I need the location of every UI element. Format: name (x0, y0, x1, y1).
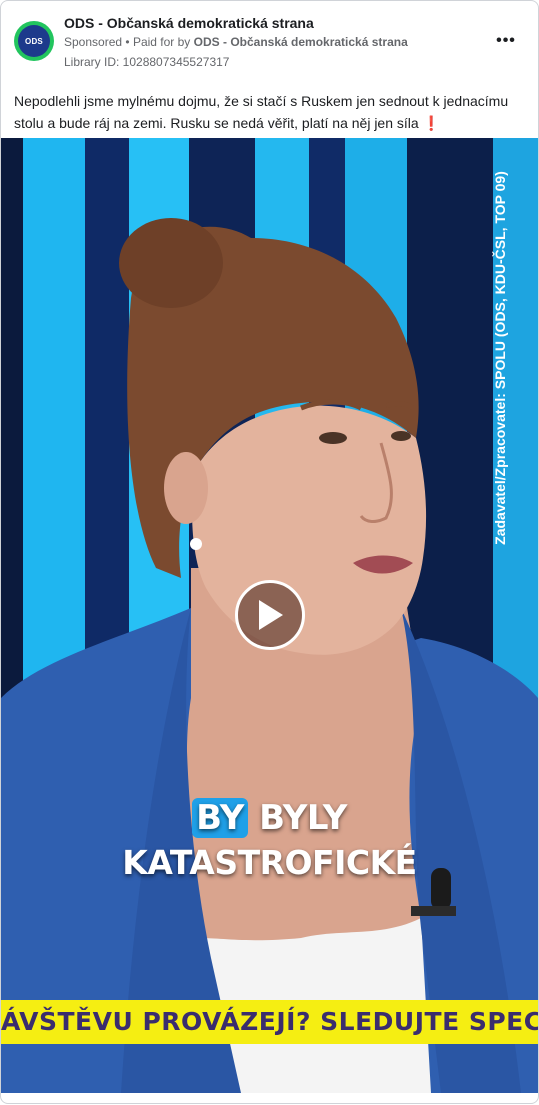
ods-logo-icon: ODS (18, 25, 50, 57)
microphone-clip (411, 906, 456, 916)
library-id: Library ID: 1028807345527317 (64, 55, 230, 69)
sponsor-credit-vertical: Zadavatel/Zpracovatel: SPOLU (ODS, KDU-Č… (492, 171, 508, 545)
separator-dot: • (125, 35, 130, 49)
caption-highlight: BY (192, 798, 248, 838)
page-avatar[interactable]: ODS (14, 21, 54, 61)
paid-for-prefix: Paid for by (132, 35, 191, 49)
ad-body-text: Nepodlehli jsme mylnému dojmu, že si sta… (14, 90, 524, 134)
ad-card: ODS ODS - Občanská demokratická strana S… (0, 0, 539, 1104)
video-player[interactable]: Zadavatel/Zpracovatel: SPOLU (ODS, KDU-Č… (1, 138, 538, 1093)
caption-line-1: BY BYLY (1, 798, 538, 838)
ticker-text: ÁVŠTĚVU PROVÁZEJÍ? SLEDUJTE SPECIÁL (1, 1007, 538, 1036)
eye-right (391, 431, 411, 441)
sponsored-line: Sponsored • Paid for by ODS - Občanská d… (64, 35, 408, 49)
caption-line-1-rest: BYLY (247, 798, 347, 838)
paid-for-by-name: ODS - Občanská demokratická strana (193, 35, 408, 49)
more-options-button[interactable]: ••• (494, 29, 518, 53)
play-icon (259, 600, 283, 630)
hair-bun (119, 218, 223, 308)
play-button[interactable] (235, 580, 305, 650)
news-ticker: ÁVŠTĚVU PROVÁZEJÍ? SLEDUJTE SPECIÁL (1, 1000, 538, 1044)
ad-header: ODS ODS - Občanská demokratická strana S… (1, 1, 538, 81)
exclamation-icon: ❗ (422, 115, 441, 131)
eye-left (319, 432, 347, 444)
page-name-link[interactable]: ODS - Občanská demokratická strana (64, 15, 314, 31)
caption-line-2: KATASTROFICKÉ (122, 843, 417, 882)
sponsored-label: Sponsored (64, 35, 123, 49)
earring (190, 538, 202, 550)
ear (164, 452, 208, 524)
